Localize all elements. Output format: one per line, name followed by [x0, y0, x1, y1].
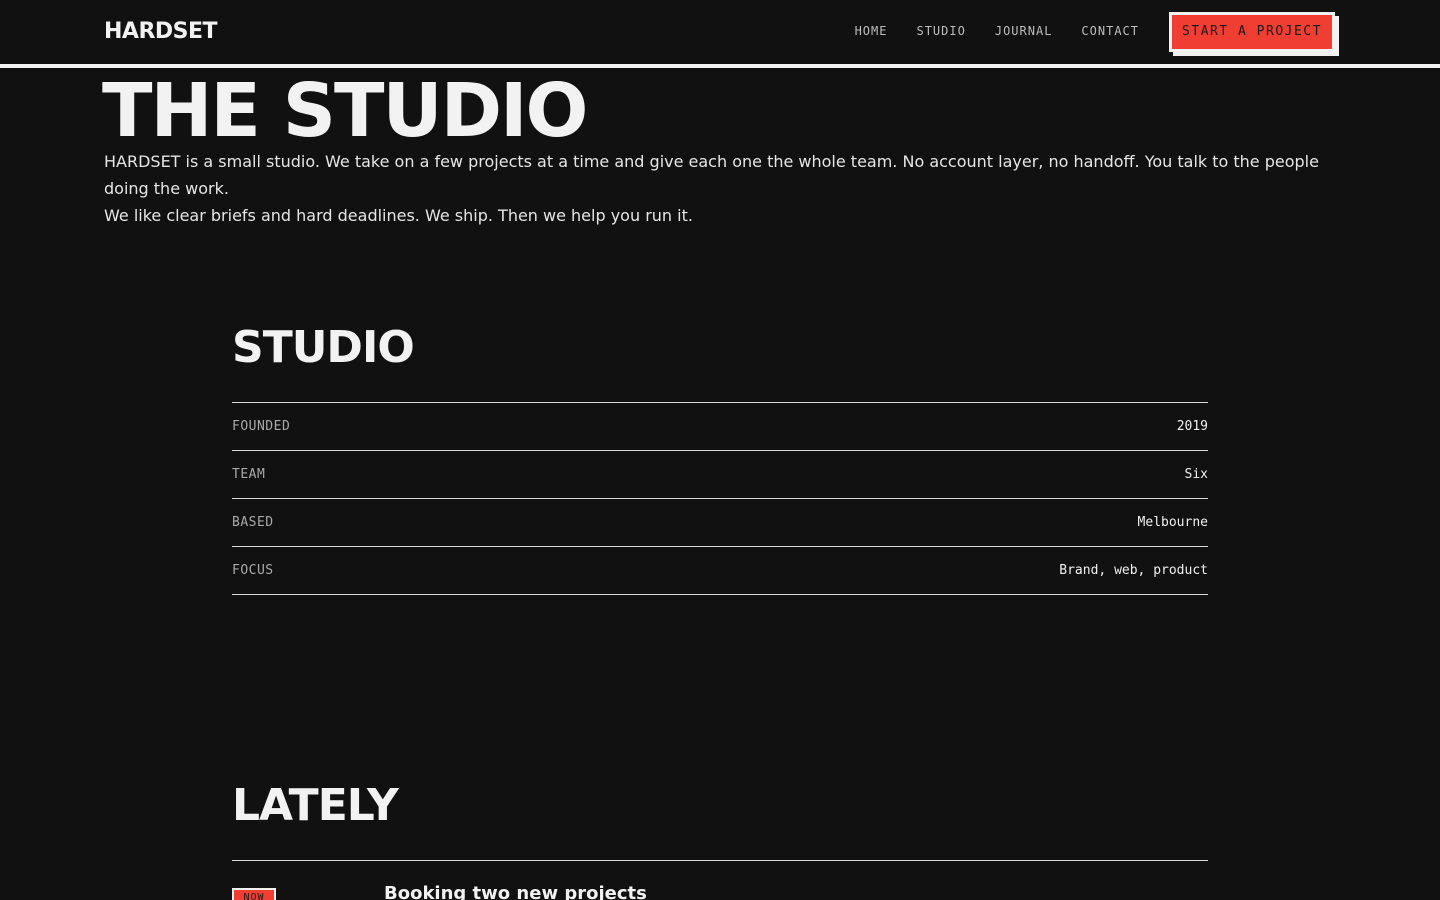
status-badge: NOW	[232, 888, 276, 900]
main-nav: HOME STUDIO JOURNAL CONTACT	[855, 24, 1139, 38]
lately-heading: LATELY	[232, 780, 399, 831]
intro-text: HARDSET is a small studio. We take on a …	[104, 148, 1336, 229]
intro-paragraph: HARDSET is a small studio. We take on a …	[104, 152, 1319, 198]
news-item: NOW Booking two new projects	[232, 882, 1208, 900]
site-header: HARDSET HOME STUDIO JOURNAL CONTACT STAR…	[0, 0, 1440, 68]
nav-link-journal[interactable]: JOURNAL	[995, 24, 1053, 38]
fact-value: 2019	[1176, 419, 1208, 434]
intro-paragraph: We like clear briefs and hard deadlines.…	[104, 206, 693, 225]
logo[interactable]: HARDSET	[104, 17, 218, 47]
fact-value: Melbourne	[1137, 515, 1208, 530]
news-item-title[interactable]: Booking two new projects	[384, 882, 647, 900]
fact-label: FOUNDED	[232, 419, 291, 434]
fact-row-focus: FOCUS Brand, web, product	[232, 547, 1208, 595]
start-project-button[interactable]: START A PROJECT	[1169, 12, 1335, 52]
divider	[232, 860, 1208, 861]
fact-label: FOCUS	[232, 563, 274, 578]
nav-link-home[interactable]: HOME	[855, 24, 888, 38]
fact-value: Brand, web, product	[1059, 563, 1208, 578]
nav-link-contact[interactable]: CONTACT	[1081, 24, 1139, 38]
fact-row-founded: FOUNDED 2019	[232, 403, 1208, 451]
fact-label: TEAM	[232, 467, 266, 482]
studio-heading: STUDIO	[232, 322, 415, 373]
page-title: THE STUDIO	[102, 68, 588, 154]
fact-value: Six	[1184, 467, 1208, 482]
nav-link-studio[interactable]: STUDIO	[916, 24, 965, 38]
fact-label: BASED	[232, 515, 274, 530]
fact-row-team: TEAM Six	[232, 451, 1208, 499]
fact-row-based: BASED Melbourne	[232, 499, 1208, 547]
studio-facts: FOUNDED 2019 TEAM Six BASED Melbourne FO…	[232, 402, 1208, 595]
